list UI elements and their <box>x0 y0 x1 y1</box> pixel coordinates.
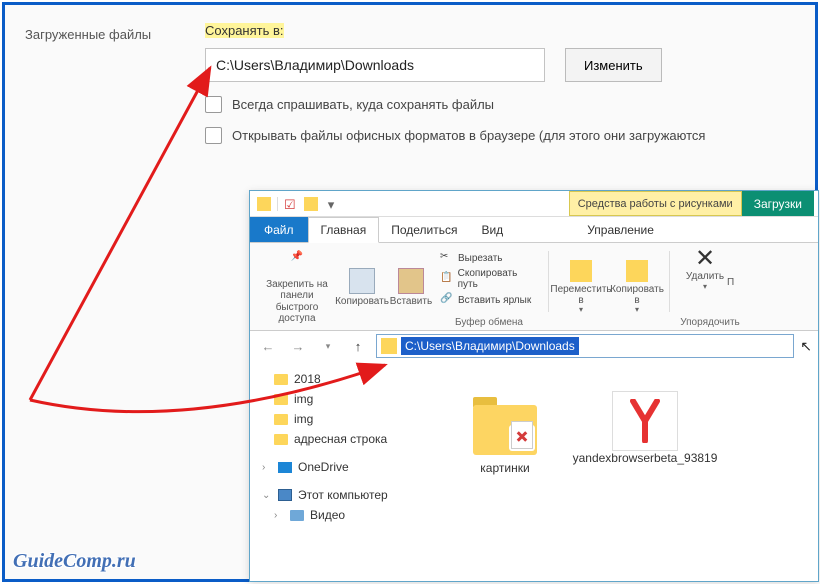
cursor-icon: ↖ <box>800 338 812 355</box>
nav-tree: 2018 img img адресная строка › OneDrive ⌄… <box>250 361 430 579</box>
copy-icon <box>349 268 375 294</box>
open-office-checkbox[interactable] <box>205 127 222 144</box>
tree-item-img2[interactable]: img <box>260 409 420 429</box>
watermark: GuideComp.ru <box>13 550 136 573</box>
videos-icon <box>290 510 304 521</box>
nav-forward: → <box>286 334 310 358</box>
copy-to-icon <box>626 260 648 282</box>
tree-label: 2018 <box>294 372 321 386</box>
ribbon-pin[interactable]: 📌 Закрепить на панели быстрого доступа <box>258 247 336 328</box>
tree-item-this-pc[interactable]: ⌄ Этот компьютер <box>260 485 420 505</box>
nav-back[interactable]: ← <box>256 334 280 358</box>
copy-path-icon: 📋 <box>440 272 454 286</box>
folder-icon <box>257 197 271 211</box>
tree-label: img <box>294 412 313 426</box>
folder-icon <box>274 374 288 385</box>
save-to-label: Сохранять в: <box>205 23 284 38</box>
caret-icon: › <box>274 510 284 521</box>
folder-item-pictures[interactable]: ↓ картинки <box>450 391 560 549</box>
check-icon: ☑ <box>284 197 298 211</box>
save-path-input[interactable] <box>205 48 545 82</box>
tree-label: img <box>294 392 313 406</box>
address-text[interactable]: C:\Users\Владимир\Downloads <box>401 337 579 355</box>
paste-icon <box>398 268 424 294</box>
tree-item-onedrive[interactable]: › OneDrive <box>260 457 420 477</box>
tree-item-img1[interactable]: img <box>260 389 420 409</box>
ribbon-paste-shortcut-label: Вставить ярлык <box>458 295 531 306</box>
tree-item-address[interactable]: адресная строка <box>260 429 420 449</box>
ribbon-copy-label: Копировать <box>335 296 389 308</box>
always-ask-label: Всегда спрашивать, куда сохранять файлы <box>232 97 494 112</box>
tree-item-videos[interactable]: › Видео <box>260 505 420 525</box>
change-button[interactable]: Изменить <box>565 48 662 82</box>
open-office-label: Открывать файлы офисных форматов в брауз… <box>232 128 705 143</box>
address-folder-icon <box>381 338 397 354</box>
nav-history-dropdown[interactable]: ▾ <box>316 334 340 358</box>
ribbon-cut[interactable]: ✂ Вырезать <box>440 251 538 265</box>
tree-label: OneDrive <box>298 460 349 474</box>
move-to-icon <box>570 260 592 282</box>
ribbon-copy-to[interactable]: Копировать в▾ <box>609 247 665 328</box>
tree-label: адресная строка <box>294 432 387 446</box>
item-label: yandexbrowserbeta_93819 <box>573 451 718 465</box>
ribbon-copy-to-label: Копировать в <box>609 284 665 306</box>
ribbon-organize-label: Упорядочить <box>680 315 740 328</box>
folder-icon <box>274 434 288 445</box>
ribbon-cut-label: Вырезать <box>458 253 502 264</box>
ribbon-paste-shortcut[interactable]: 🔗 Вставить ярлык <box>440 293 538 307</box>
pin-icon: 📌 <box>284 251 310 277</box>
ribbon-clipboard-label: Буфер обмена <box>455 315 523 328</box>
tree-label: Видео <box>310 508 345 522</box>
dropdown-icon[interactable]: ▾ <box>324 197 338 211</box>
caret-icon: ⌄ <box>262 490 272 501</box>
ribbon-copy-path[interactable]: 📋 Скопировать путь <box>440 268 538 290</box>
separator-icon <box>277 197 278 211</box>
tree-label: Этот компьютер <box>298 488 388 502</box>
tab-home[interactable]: Главная <box>308 217 380 243</box>
tab-manage[interactable]: Управление <box>575 217 666 242</box>
file-item-yandex[interactable]: yandexbrowserbeta_93819 <box>590 391 700 549</box>
ribbon-copy-path-label: Скопировать путь <box>458 268 538 290</box>
nav-up[interactable]: ↑ <box>346 334 370 358</box>
ribbon-move-to-label: Переместить в <box>550 284 611 306</box>
shortcut-icon: 🔗 <box>440 293 454 307</box>
tab-file[interactable]: Файл <box>250 217 308 242</box>
folder-icon <box>274 414 288 425</box>
caret-icon: › <box>262 462 272 473</box>
onedrive-icon <box>278 462 292 473</box>
folder-icon <box>274 394 288 405</box>
ribbon-paste-label: Вставить <box>390 296 432 308</box>
picture-tools-tab[interactable]: Средства работы с рисунками <box>569 191 742 216</box>
downloads-title: Загрузки <box>742 191 814 216</box>
tab-share[interactable]: Поделиться <box>379 217 469 242</box>
close-overlay-icon <box>511 421 533 449</box>
always-ask-checkbox[interactable] <box>205 96 222 113</box>
ribbon-delete-label: Удалить <box>686 271 724 282</box>
yandex-icon <box>612 391 678 451</box>
cut-icon: ✂ <box>440 251 454 265</box>
file-explorer-window: ☑ ▾ Средства работы с рисунками Загрузки… <box>249 190 819 582</box>
item-label: картинки <box>480 461 529 475</box>
ribbon-pin-label: Закрепить на панели быстрого доступа <box>258 279 336 325</box>
ribbon-copy[interactable]: Копировать <box>336 247 388 328</box>
ribbon-delete[interactable]: ✕ Удалить▾ <box>685 247 725 291</box>
ribbon-paste[interactable]: Вставить <box>388 247 434 328</box>
pc-icon <box>278 489 292 501</box>
section-label: Загруженные файлы <box>25 23 205 42</box>
ribbon-move-to[interactable]: Переместить в▾ <box>553 247 609 328</box>
tab-view[interactable]: Вид <box>469 217 515 242</box>
ribbon-rename-partial[interactable]: П <box>727 247 735 291</box>
address-bar[interactable]: C:\Users\Владимир\Downloads <box>376 334 794 358</box>
folder-small-icon <box>304 197 318 211</box>
tree-item-2018[interactable]: 2018 <box>260 369 420 389</box>
delete-icon: ✕ <box>695 247 715 271</box>
